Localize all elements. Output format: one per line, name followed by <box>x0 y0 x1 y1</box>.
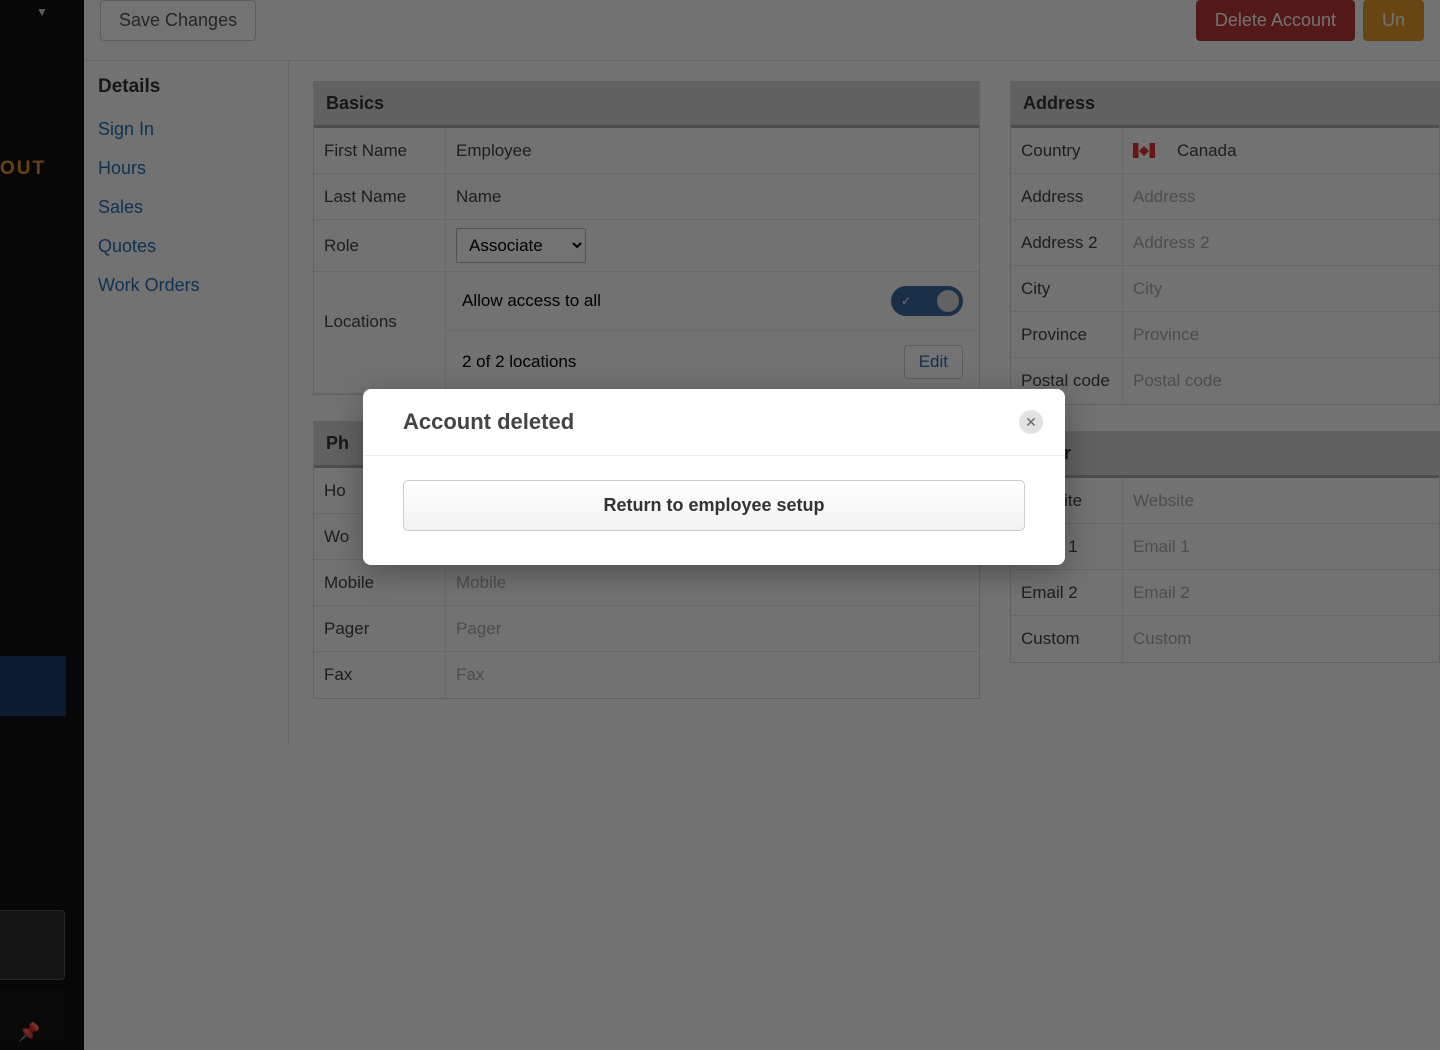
modal-title: Account deleted <box>403 409 574 435</box>
modal-body: Return to employee setup <box>363 456 1065 565</box>
account-deleted-modal: Account deleted ✕ Return to employee set… <box>363 389 1065 565</box>
return-employee-setup-button[interactable]: Return to employee setup <box>403 480 1025 531</box>
close-icon: ✕ <box>1025 415 1037 429</box>
modal-header: Account deleted ✕ <box>363 389 1065 456</box>
modal-close-button[interactable]: ✕ <box>1019 410 1043 434</box>
